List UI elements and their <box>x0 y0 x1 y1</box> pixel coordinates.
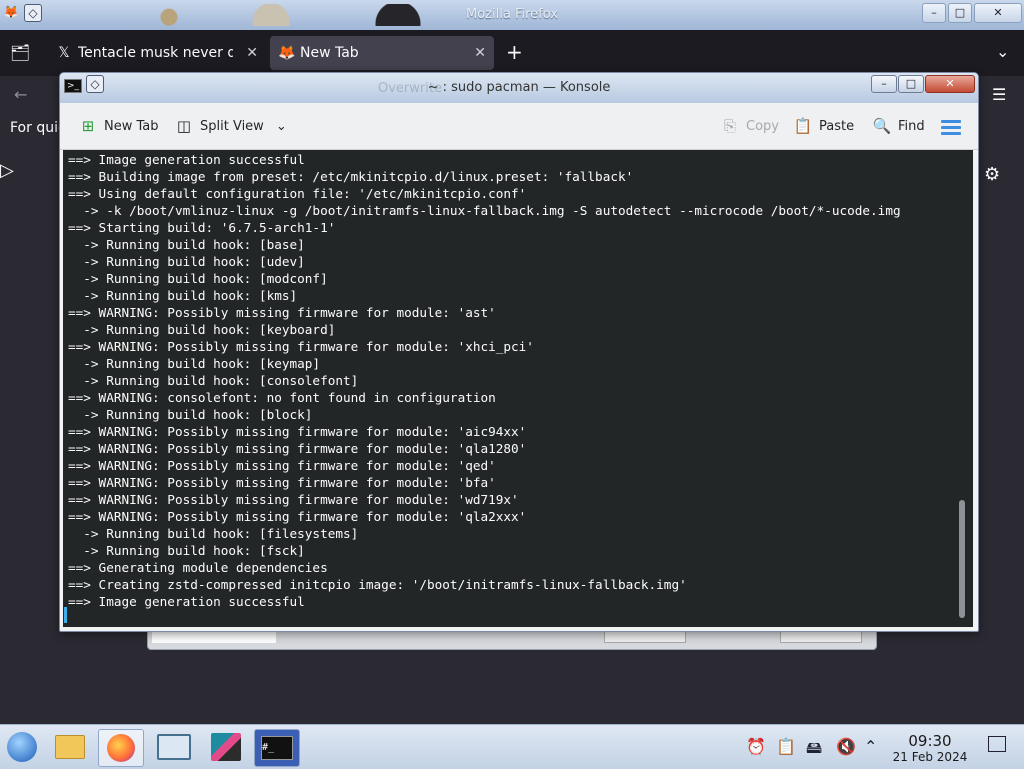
firefox-titlebar: 🦊 ◇ Mozilla Firefox – □ ✕ <box>0 0 1024 30</box>
terminal-line: -> Running build hook: [fsck] <box>68 543 305 558</box>
firefox-tab-strip: 🗂 𝕏 Tentacle musk never die ✕ 🦊 New Tab ✕ … <box>0 30 1024 76</box>
terminal-line: ==> WARNING: Possibly missing firmware f… <box>68 424 527 439</box>
terminal-line: ==> Creating zstd-compressed initcpio im… <box>68 577 687 592</box>
terminal-line: ==> Using default configuration file: '/… <box>68 186 527 201</box>
folder-icon <box>55 735 85 759</box>
tab-list-icon[interactable]: 🗂 <box>10 43 30 62</box>
new-tab-icon: ⊞ <box>81 117 95 135</box>
konsole-titlebar[interactable]: >_ ◇ Overwrite ~ : sudo pacman — Konsole… <box>60 73 978 103</box>
terminal-line: -> -k /boot/vmlinuz-linux -g /boot/initr… <box>68 203 901 218</box>
taskbar: #_ ⏰ 📋 🖴 🔇 ⌃ 09:30 21 Feb 2024 <box>0 724 1024 769</box>
taskbar-color-app[interactable] <box>204 729 248 765</box>
tab-label: Tentacle musk never die <box>78 45 233 61</box>
terminal-line: ==> WARNING: Possibly missing firmware f… <box>68 339 534 354</box>
start-menu-button[interactable] <box>0 729 44 765</box>
terminal-line: ==> WARNING: consolefont: no font found … <box>68 390 496 405</box>
storage-icon[interactable]: 🖴 <box>806 737 822 764</box>
maximize-button[interactable]: □ <box>898 75 924 93</box>
copy-button[interactable]: ⎘ Copy <box>720 117 779 135</box>
terminal-line: -> Running build hook: [block] <box>68 407 313 422</box>
konsole-window-title: ~ : sudo pacman — Konsole <box>427 80 611 95</box>
terminal-output: ==> Image generation successful ==> Build… <box>68 151 901 610</box>
terminal-line: ==> WARNING: Possibly missing firmware f… <box>68 441 527 456</box>
taskbar-konsole[interactable]: #_ <box>254 729 300 767</box>
terminal-line: ==> WARNING: Possibly missing firmware f… <box>68 475 496 490</box>
taskbar-firefox[interactable] <box>98 729 144 767</box>
terminal-line: ==> Building image from preset: /etc/mki… <box>68 169 634 184</box>
tab-label: New Tab <box>300 45 359 61</box>
terminal-line: -> Running build hook: [consolefont] <box>68 373 359 388</box>
x-icon: 𝕏 <box>58 45 70 61</box>
terminal-cursor <box>64 607 67 623</box>
copy-icon: ⎘ <box>723 117 736 135</box>
paste-button[interactable]: 📋 Paste <box>793 117 854 135</box>
clock[interactable]: 09:30 21 Feb 2024 <box>888 732 972 764</box>
mouse-pointer-icon: ▷ <box>0 160 14 181</box>
terminal-line: ==> WARNING: Possibly missing firmware f… <box>68 492 519 507</box>
volume-muted-icon[interactable]: 🔇 <box>836 737 856 756</box>
konsole-toolbar: ⊞ New Tab ◫ Split View ⌄ ⎘ Copy 📋 Paste … <box>60 103 978 150</box>
new-tab-button[interactable]: + <box>506 40 523 64</box>
split-view-label: Split View <box>200 118 264 134</box>
chevron-down-icon[interactable]: ⌄ <box>276 119 287 134</box>
new-tab-button[interactable]: ⊞ New Tab <box>78 117 159 135</box>
firefox-icon <box>107 734 135 762</box>
taskbar-system-settings[interactable] <box>152 729 196 765</box>
minimize-button[interactable]: – <box>922 3 946 23</box>
tab-tentacle[interactable]: 𝕏 Tentacle musk never die ✕ <box>48 36 266 70</box>
terminal-line: ==> WARNING: Possibly missing firmware f… <box>68 509 527 524</box>
terminal-line: ==> Image generation successful <box>68 594 305 609</box>
clock-time: 09:30 <box>908 732 952 750</box>
close-tab-icon[interactable]: ✕ <box>246 36 258 70</box>
scrollbar-thumb[interactable] <box>959 500 965 618</box>
split-view-button[interactable]: ◫ Split View ⌄ <box>174 117 287 135</box>
terminal-line: -> Running build hook: [base] <box>68 237 305 252</box>
maximize-button[interactable]: □ <box>948 3 972 23</box>
terminal-line: ==> Image generation successful <box>68 152 305 167</box>
terminal-line: ==> WARNING: Possibly missing firmware f… <box>68 305 496 320</box>
terminal-line: -> Running build hook: [udev] <box>68 254 305 269</box>
partial-text: For quic <box>10 120 66 136</box>
konsole-window: >_ ◇ Overwrite ~ : sudo pacman — Konsole… <box>59 72 979 632</box>
monitor-icon <box>157 734 191 760</box>
clipboard-icon[interactable]: 📋 <box>776 737 796 756</box>
terminal-line: ==> Starting build: '6.7.5-arch1-1' <box>68 220 336 235</box>
chevron-up-icon[interactable]: ⌃ <box>864 737 877 756</box>
taskbar-file-manager[interactable] <box>48 729 92 765</box>
terminal-line: -> Running build hook: [filesystems] <box>68 526 359 541</box>
terminal-line: ==> WARNING: Possibly missing firmware f… <box>68 458 496 473</box>
hamburger-menu-icon[interactable] <box>941 120 961 138</box>
minimize-button[interactable]: – <box>871 75 897 93</box>
terminal-line: ==> Generating module dependencies <box>68 560 328 575</box>
new-tab-label: New Tab <box>104 118 159 134</box>
terminal-line: -> Running build hook: [keyboard] <box>68 322 336 337</box>
notifications-icon[interactable]: ⏰ <box>746 737 766 756</box>
gear-icon[interactable]: ⚙ <box>984 164 1000 185</box>
konsole-icon: #_ <box>261 736 293 760</box>
find-label: Find <box>898 118 925 134</box>
app-icon <box>211 733 241 761</box>
tab-new-tab[interactable]: 🦊 New Tab ✕ <box>270 36 494 70</box>
terminal-view[interactable]: ==> Image generation successful ==> Build… <box>63 150 973 627</box>
terminal-line: -> Running build hook: [keymap] <box>68 356 321 371</box>
paste-label: Paste <box>819 118 855 134</box>
copy-label: Copy <box>746 118 779 134</box>
terminal-line: -> Running build hook: [kms] <box>68 288 298 303</box>
start-orb-icon <box>7 732 37 762</box>
list-all-tabs-icon[interactable]: ⌄ <box>996 42 1009 61</box>
find-button[interactable]: 🔍 Find <box>872 117 925 135</box>
paste-icon: 📋 <box>793 117 813 135</box>
terminal-line: -> Running build hook: [modconf] <box>68 271 328 286</box>
firefox-icon: 🦊 <box>278 45 296 61</box>
show-desktop-icon[interactable] <box>988 736 1006 752</box>
clock-date: 21 Feb 2024 <box>892 750 968 764</box>
firefox-window-title: Mozilla Firefox <box>466 7 558 22</box>
split-view-icon: ◫ <box>176 117 192 135</box>
back-icon[interactable]: ← <box>14 85 27 104</box>
close-button[interactable]: ✕ <box>925 75 975 93</box>
close-tab-icon[interactable]: ✕ <box>474 36 486 70</box>
app-menu-icon[interactable]: ☰ <box>992 85 1006 104</box>
search-icon: 🔍 <box>872 117 892 135</box>
close-button[interactable]: ✕ <box>974 3 1022 23</box>
